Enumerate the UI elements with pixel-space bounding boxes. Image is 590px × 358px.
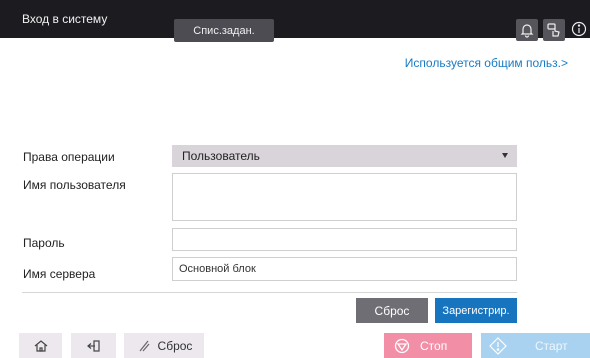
top-bar: Вход в систему: [0, 0, 590, 38]
password-field[interactable]: [172, 228, 517, 251]
bottom-reset-label: Сброс: [157, 338, 193, 353]
job-list-button[interactable]: Спис.задан.: [174, 19, 274, 42]
operation-rights-dropdown[interactable]: Пользователь: [172, 145, 517, 167]
username-label: Имя пользователя: [23, 178, 126, 192]
logout-icon: [86, 339, 100, 352]
reset-icon: [139, 340, 150, 351]
screen-title: Вход в систему: [22, 12, 108, 26]
stop-button[interactable]: Стоп: [384, 333, 472, 358]
hand-touch-icon[interactable]: [543, 19, 565, 41]
home-icon: [34, 339, 47, 352]
home-button[interactable]: [19, 333, 62, 358]
dropdown-arrow-icon: [502, 153, 508, 158]
reset-button[interactable]: Сброс: [356, 298, 428, 323]
info-icon[interactable]: [568, 18, 590, 40]
operation-rights-value: Пользователь: [182, 149, 260, 163]
shared-user-link[interactable]: Используется общим польз.>: [405, 56, 568, 70]
start-icon: [489, 336, 507, 355]
stop-icon: [394, 338, 410, 353]
bottom-reset-button[interactable]: Сброс: [124, 333, 204, 358]
divider: [22, 292, 517, 293]
operation-rights-label: Права операции: [23, 150, 115, 164]
start-label: Старт: [535, 338, 568, 353]
register-button[interactable]: Зарегистрир.: [435, 298, 517, 323]
start-button[interactable]: Старт: [481, 333, 590, 358]
password-label: Пароль: [23, 236, 65, 250]
stop-label: Стоп: [420, 338, 448, 353]
username-field[interactable]: [172, 173, 517, 221]
server-name-label: Имя сервера: [23, 267, 96, 281]
server-name-field[interactable]: Основной блок: [172, 257, 517, 281]
bell-icon[interactable]: [516, 19, 538, 41]
logout-button[interactable]: [71, 333, 116, 358]
